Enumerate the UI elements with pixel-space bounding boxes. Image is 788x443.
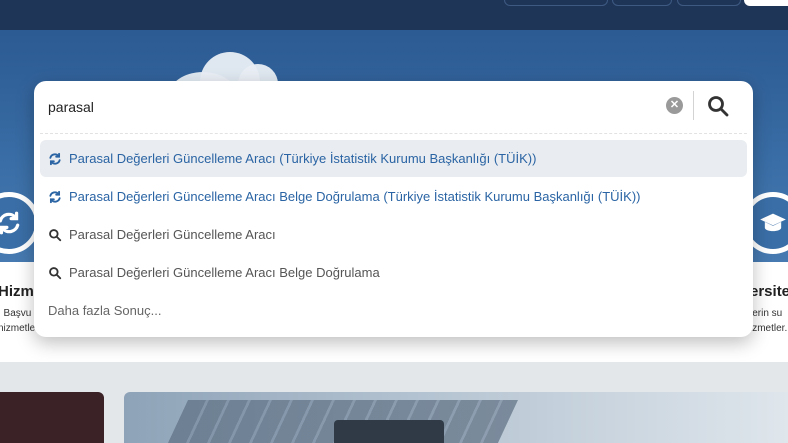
suggestion-item[interactable]: Parasal Değerleri Güncelleme Aracı Belge… [40, 254, 747, 291]
search-input[interactable] [48, 96, 648, 118]
media-card-left[interactable] [0, 392, 104, 443]
header-nav-button[interactable] [677, 0, 741, 6]
search-divider [693, 91, 694, 120]
suggestion-item[interactable]: Parasal Değerleri Güncelleme Aracı (Türk… [40, 140, 747, 177]
clear-icon[interactable]: ✕ [666, 97, 683, 114]
refresh-icon [49, 152, 61, 165]
refresh-icon [49, 190, 61, 203]
keyboard-graphic [334, 420, 444, 443]
suggestion-label: Parasal Değerleri Güncelleme Aracı Belge… [69, 265, 380, 280]
search-separator [40, 133, 747, 134]
search-icon [49, 228, 62, 241]
service-card-right-desc: izmetler. [750, 323, 788, 334]
suggestion-label: Parasal Değerleri Güncelleme Aracı (Türk… [69, 151, 537, 166]
top-header [0, 0, 788, 30]
laptop-image[interactable] [124, 392, 788, 443]
suggestion-label: Parasal Değerleri Güncelleme Aracı Belge… [69, 189, 641, 204]
service-card-right-title[interactable]: ersite [750, 283, 788, 300]
suggestion-label: Parasal Değerleri Güncelleme Aracı [69, 227, 276, 242]
suggestion-item[interactable]: Parasal Değerleri Güncelleme Aracı Belge… [40, 178, 747, 215]
search-bar: ✕ [34, 81, 753, 131]
search-icon[interactable] [706, 94, 730, 118]
refresh-icon [0, 211, 20, 235]
header-nav-button[interactable] [504, 0, 608, 6]
service-card-left-desc: , Başvu [0, 308, 32, 319]
header-login-button[interactable] [744, 0, 788, 6]
search-icon [49, 266, 62, 279]
service-card-right-desc: lerin su [750, 308, 783, 319]
more-results-link[interactable]: Daha fazla Sonuç... [48, 303, 161, 318]
service-card-left-desc: nizmetler [0, 323, 39, 334]
graduation-cap-icon [760, 213, 786, 232]
header-nav-button[interactable] [612, 0, 672, 6]
search-dropdown: ✕ Parasal Değerleri Güncelleme Aracı (Tü… [34, 81, 753, 337]
suggestion-item[interactable]: Parasal Değerleri Güncelleme Aracı [40, 216, 747, 253]
